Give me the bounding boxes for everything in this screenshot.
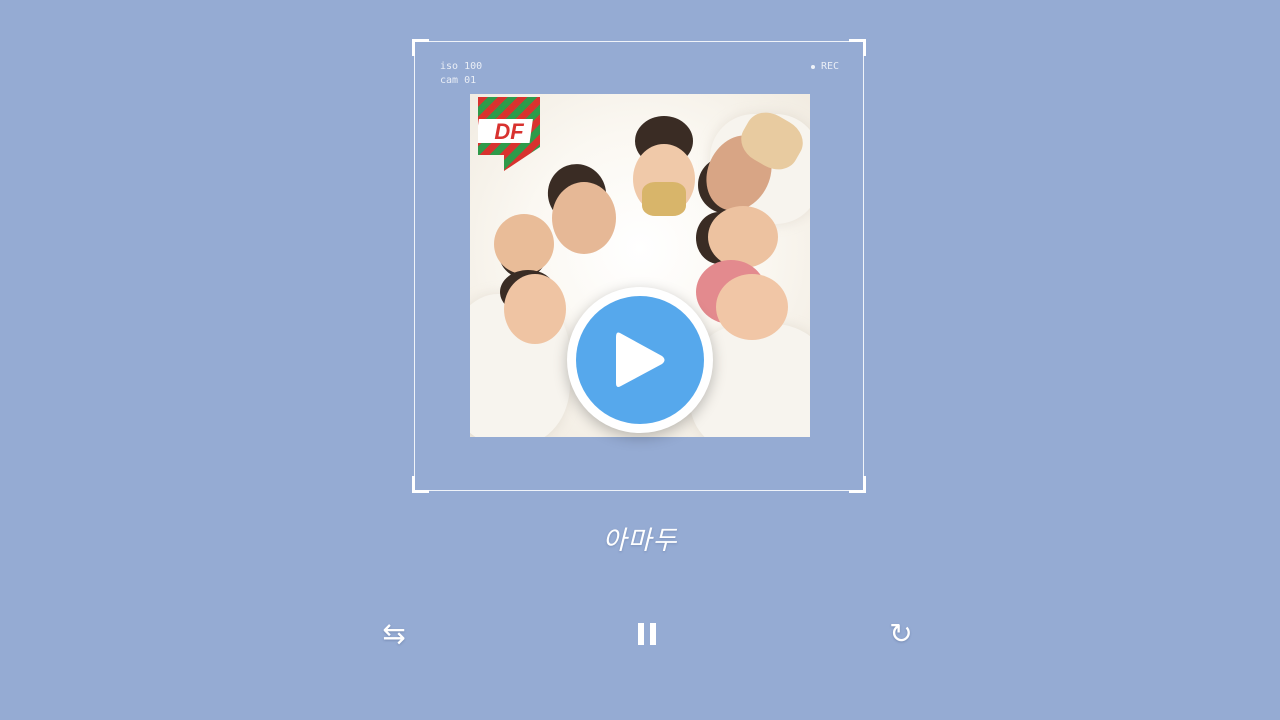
df-logo-text: DF — [494, 119, 524, 144]
camera-info: iso 100 cam 01 — [440, 60, 482, 88]
play-button-circle — [576, 296, 704, 424]
pause-icon — [638, 623, 656, 645]
df-logo: DF — [478, 97, 540, 171]
cam-label: cam 01 — [440, 75, 477, 86]
pause-button[interactable] — [627, 614, 667, 654]
person-face — [716, 274, 788, 340]
play-button[interactable] — [567, 287, 713, 433]
song-title: 아마두 — [602, 526, 678, 556]
rec-dot-icon — [810, 64, 815, 69]
repeat-icon: ↻ — [889, 617, 913, 650]
person-face — [494, 214, 554, 274]
rec-indicator: REC — [810, 61, 839, 72]
shuffle-button[interactable]: ⇆ — [374, 614, 414, 654]
frame-corner — [849, 476, 866, 493]
play-icon — [616, 332, 665, 387]
person-face — [708, 206, 778, 268]
frame-corner — [412, 476, 429, 493]
frame-corner — [412, 39, 429, 56]
video-stage: iso 100 cam 01 REC DF 아마두 ⇆ ↻ — [0, 0, 1280, 720]
person-face — [504, 274, 566, 344]
rec-label: REC — [820, 61, 839, 72]
person-face — [552, 182, 616, 254]
repeat-button[interactable]: ↻ — [881, 614, 921, 654]
frame-corner — [849, 39, 866, 56]
shuffle-icon: ⇆ — [382, 617, 406, 650]
iso-label: iso 100 — [440, 61, 483, 72]
gold-mask — [642, 182, 686, 216]
